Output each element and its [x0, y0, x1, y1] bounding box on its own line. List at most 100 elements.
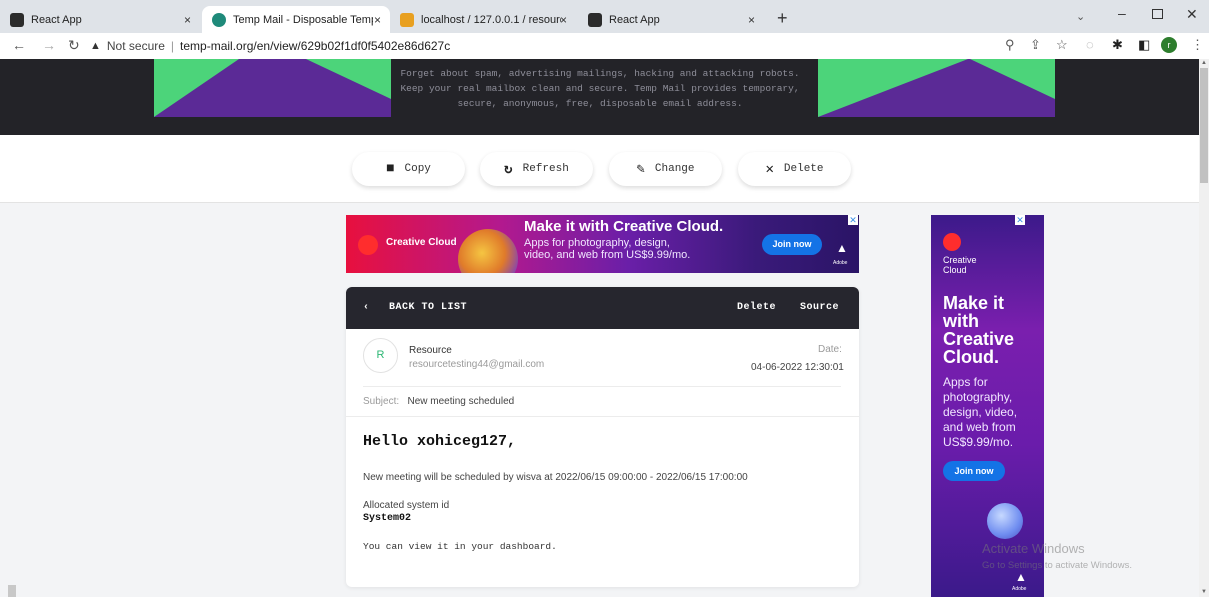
mail-delete-link[interactable]: Delete — [737, 302, 776, 313]
zoom-icon[interactable]: ⚲ — [1005, 37, 1015, 53]
security-label: Not secure — [106, 39, 165, 53]
copy-button[interactable]: ■ Copy — [352, 152, 465, 186]
react-icon — [10, 12, 24, 27]
ad-headline: Make it with Creative Cloud. — [524, 218, 724, 235]
minimize-icon[interactable]: – — [1118, 5, 1126, 21]
mail-body-line3: You can view it in your dashboard. — [363, 541, 557, 552]
back-icon[interactable]: ← — [12, 37, 26, 53]
horizontal-scroll-thumb[interactable] — [8, 585, 16, 597]
ad-banner-top[interactable]: Creative Cloud Make it with Creative Clo… — [346, 215, 859, 273]
ad-body: Apps for photography, design, video, and… — [943, 375, 1018, 434]
ad-headline: Make it with Creative Cloud. — [943, 293, 1015, 367]
subject-label: Subject: — [363, 396, 400, 407]
scroll-down-icon[interactable]: ▼ — [1201, 589, 1207, 595]
url-field[interactable]: ▲ Not secure | temp-mail.org/en/view/629… — [90, 36, 1090, 56]
react-icon — [588, 12, 602, 27]
mail-source-link[interactable]: Source — [800, 302, 839, 313]
warning-icon: ▲ — [90, 40, 101, 52]
tab-temp-mail[interactable]: Temp Mail - Disposable Tempora × — [202, 6, 390, 33]
ad-brand-1: Creative — [943, 255, 977, 265]
ad-brand-2: Cloud — [943, 265, 967, 275]
ad-join-button[interactable]: Join now — [762, 234, 822, 255]
tab-react-app-2[interactable]: React App × — [578, 6, 768, 33]
ad-line1: Apps for photography, design, — [524, 237, 670, 249]
restore-icon[interactable] — [1152, 9, 1163, 19]
mail-body-line1: New meeting will be scheduled by wisva a… — [363, 472, 748, 483]
hero-right-illustration — [818, 59, 1055, 117]
change-button[interactable]: ✎ Change — [609, 152, 722, 186]
close-window-icon[interactable]: ✕ — [1186, 6, 1198, 23]
tab-react-app-1[interactable]: React App × — [0, 6, 202, 33]
hero-left-illustration — [154, 59, 391, 117]
ad-line2: video, and web from — [524, 249, 624, 261]
delete-label: Delete — [783, 163, 824, 175]
temp-mail-icon — [212, 12, 226, 27]
divider — [346, 416, 859, 417]
activate-windows-title: Activate Windows — [982, 541, 1085, 556]
bookmark-star-icon[interactable]: ☆ — [1056, 37, 1068, 53]
copy-icon: ■ — [386, 161, 395, 177]
divider — [363, 386, 841, 387]
ad-adobe-label: Adobe — [1012, 586, 1027, 592]
adobe-logo-icon: ▲ — [836, 241, 848, 255]
sender-email: resourcetesting44@gmail.com — [409, 359, 545, 370]
creative-cloud-logo — [943, 233, 961, 251]
puzzle-icon[interactable]: ✱ — [1112, 37, 1123, 53]
url-text: temp-mail.org/en/view/629b02f1df0f5402e8… — [180, 39, 451, 53]
reload-icon[interactable]: ↻ — [68, 37, 80, 54]
adobe-logo-icon: ▲ — [1015, 570, 1027, 584]
mail-body-line2: Allocated system id — [363, 500, 450, 511]
tab-label: Temp Mail - Disposable Tempora — [233, 13, 373, 26]
refresh-button[interactable]: ↻ Refresh — [480, 152, 593, 186]
close-tab-icon[interactable]: × — [184, 13, 191, 27]
extension-icon[interactable]: ◌ — [1086, 37, 1094, 52]
ad-planet-graphic — [987, 503, 1023, 539]
ad-close-icon[interactable]: ✕ — [1015, 215, 1025, 225]
ad-close-icon[interactable]: ✕ — [848, 215, 858, 225]
ad-planet-graphic — [458, 229, 518, 273]
url-divider: | — [170, 39, 175, 53]
close-tab-icon[interactable]: × — [748, 13, 755, 27]
back-to-list-link[interactable]: ‹ BACK TO LIST — [363, 302, 467, 313]
refresh-label: Refresh — [522, 163, 569, 175]
copy-label: Copy — [404, 163, 431, 175]
actions-bar — [0, 135, 1199, 203]
tab-phpmyadmin[interactable]: localhost / 127.0.0.1 / resource / × — [390, 6, 576, 33]
mail-subject: New meeting scheduled — [407, 396, 515, 407]
share-icon[interactable]: ⇪ — [1030, 37, 1041, 53]
forward-icon[interactable]: → — [42, 37, 56, 53]
ad-adobe-label: Adobe — [833, 260, 848, 266]
creative-cloud-logo — [358, 235, 378, 255]
tab-label: localhost / 127.0.0.1 / resource / — [421, 13, 561, 26]
mail-greeting: Hello xohiceg127, — [363, 433, 517, 450]
sender-name: Resource — [409, 345, 452, 356]
ad-price: US$9.99/mo. — [626, 249, 691, 261]
chevron-left-icon: ‹ — [363, 302, 370, 313]
ad-join-button[interactable]: Join now — [943, 461, 1005, 481]
delete-icon: ✕ — [765, 161, 774, 178]
mail-system-id: System02 — [363, 513, 412, 524]
menu-icon[interactable]: ⋮ — [1191, 37, 1204, 53]
phpmyadmin-icon — [400, 12, 414, 27]
sender-avatar: R — [363, 338, 398, 373]
sidepanel-icon[interactable]: ◧ — [1138, 37, 1150, 53]
refresh-icon: ↻ — [504, 161, 513, 178]
date-label: Date: — [818, 344, 842, 355]
tab-search-icon[interactable]: ⌄ — [1076, 10, 1085, 23]
tab-label: React App — [31, 13, 82, 26]
delete-button[interactable]: ✕ Delete — [738, 152, 851, 186]
close-tab-icon[interactable]: × — [374, 13, 381, 27]
close-tab-icon[interactable]: × — [560, 13, 567, 27]
change-label: Change — [654, 163, 695, 175]
new-tab-button[interactable]: + — [777, 8, 788, 29]
ad-brand: Creative Cloud — [386, 237, 457, 248]
edit-icon: ✎ — [636, 161, 645, 178]
mail-date: 04-06-2022 12:30:01 — [751, 362, 844, 373]
profile-avatar[interactable]: r — [1161, 37, 1177, 53]
ad-price: US$9.99/mo. — [943, 435, 1014, 449]
ad-banner-side[interactable]: Creative Cloud Make it with Creative Clo… — [931, 215, 1044, 597]
back-label: BACK TO LIST — [389, 302, 468, 313]
scroll-up-icon[interactable]: ▲ — [1201, 60, 1207, 66]
scrollbar-thumb[interactable] — [1200, 68, 1208, 183]
hero-description: Forget about spam, advertising mailings,… — [400, 68, 800, 109]
